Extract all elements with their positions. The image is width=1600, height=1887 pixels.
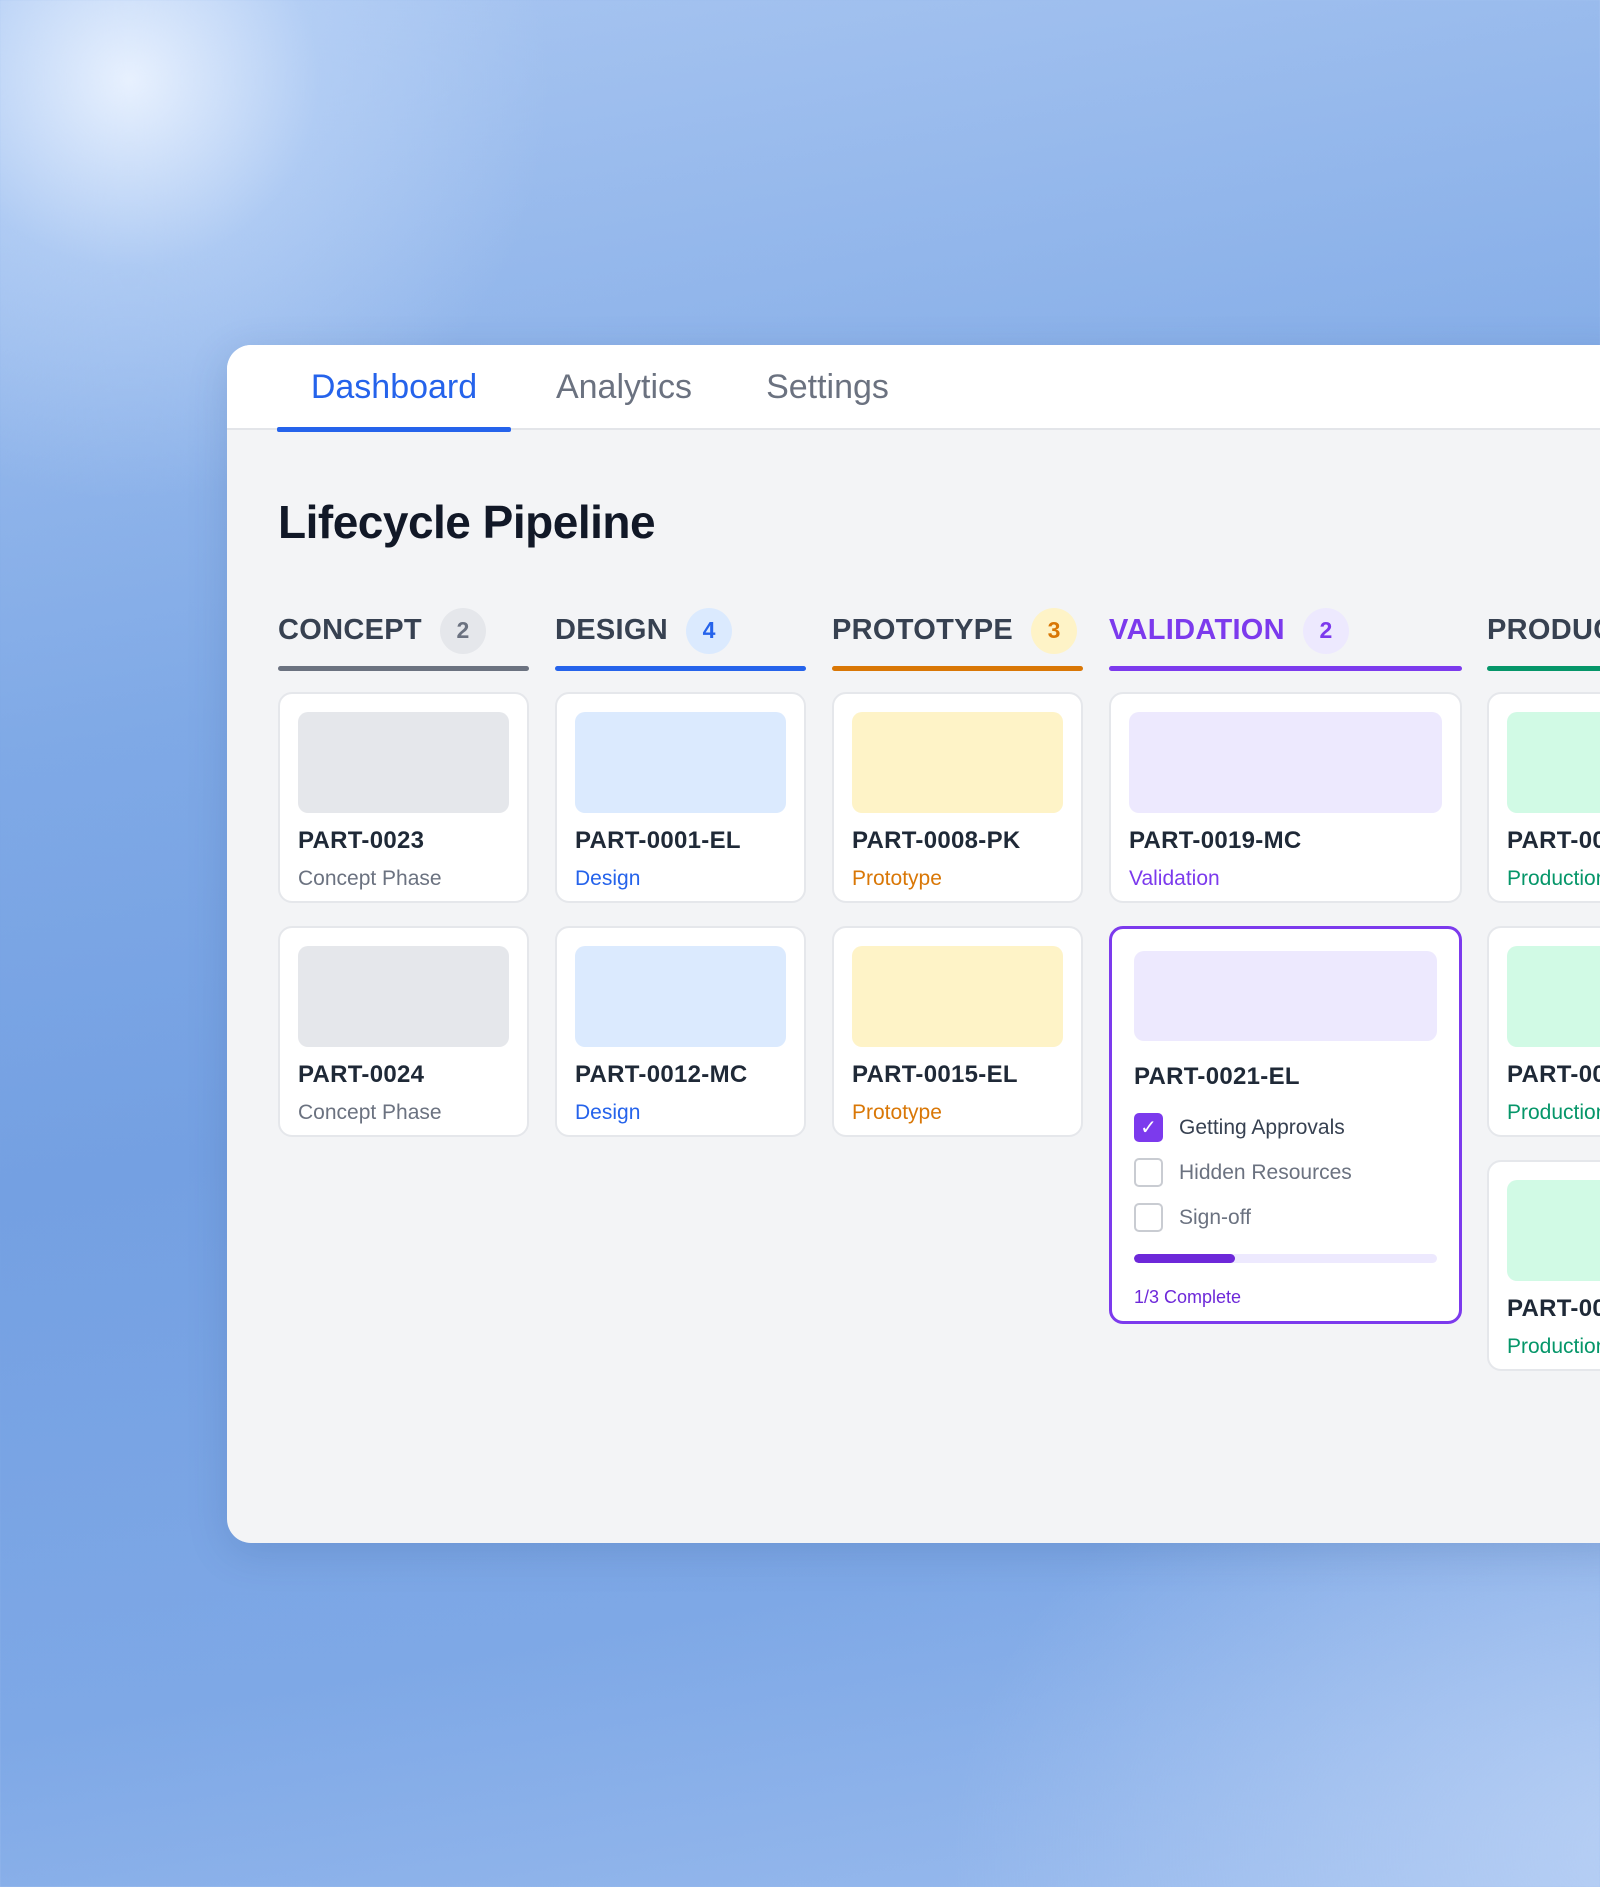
- part-id: PART-0023: [298, 827, 425, 854]
- card-thumbnail: [575, 712, 786, 813]
- count-badge: 3: [1031, 607, 1078, 654]
- part-phase: Concept Phase: [298, 1101, 442, 1124]
- part-card[interactable]: PART-0001-EL Design: [555, 692, 806, 903]
- card-thumbnail: [1134, 951, 1437, 1041]
- part-id: PART-0001-EL: [575, 827, 741, 854]
- part-phase: Prototype: [852, 867, 942, 890]
- checklist-label: Hidden Resources: [1179, 1160, 1352, 1184]
- checklist-item[interactable]: ✓ Getting Approvals: [1134, 1113, 1437, 1142]
- column-title: CONCEPT: [278, 614, 422, 646]
- checklist-item[interactable]: Sign-off: [1134, 1203, 1437, 1232]
- card-thumbnail: [1507, 946, 1600, 1047]
- tab-bar: Dashboard Analytics Settings: [227, 345, 1600, 432]
- column-prototype: PROTOTYPE 3 PART-0008-PK Prototype PART-…: [832, 600, 1083, 1137]
- card-thumbnail: [852, 946, 1063, 1047]
- part-card[interactable]: PART-0015-EL Prototype: [832, 926, 1083, 1137]
- part-phase: Production: [1507, 1101, 1600, 1124]
- card-thumbnail: [1507, 1180, 1600, 1281]
- column-header: VALIDATION 2: [1109, 600, 1462, 671]
- card-thumbnail: [298, 946, 509, 1047]
- column-underline: [1109, 666, 1462, 671]
- count-badge: 4: [686, 607, 732, 654]
- part-id: PART-00: [1507, 827, 1600, 854]
- part-id: PART-0024: [298, 1061, 425, 1088]
- column-underline: [1487, 666, 1600, 671]
- checklist-item[interactable]: Hidden Resources: [1134, 1158, 1437, 1187]
- card-thumbnail: [575, 946, 786, 1047]
- checklist-label: Sign-off: [1179, 1205, 1251, 1229]
- column-underline: [278, 666, 529, 671]
- part-card[interactable]: PART-0019-MC Validation: [1109, 692, 1462, 903]
- column-header: PROTOTYPE 3: [832, 600, 1083, 671]
- part-phase: Design: [575, 1101, 641, 1124]
- part-id: PART-00: [1507, 1061, 1600, 1088]
- column-validation: VALIDATION 2 PART-0019-MC Validation PAR…: [1109, 600, 1462, 1324]
- column-header: PRODUC: [1487, 600, 1600, 671]
- progress-label: 1/3 Complete: [1134, 1287, 1242, 1307]
- part-id: PART-0021-EL: [1134, 1063, 1300, 1090]
- checkbox-unchecked[interactable]: [1134, 1158, 1163, 1187]
- app-window: Dashboard Analytics Settings Lifecycle P…: [227, 345, 1600, 1543]
- checkbox-unchecked[interactable]: [1134, 1203, 1163, 1232]
- tab-dashboard[interactable]: Dashboard: [277, 345, 511, 432]
- column-header: DESIGN 4: [555, 600, 806, 671]
- part-phase: Production: [1507, 1335, 1600, 1358]
- card-thumbnail: [852, 712, 1063, 813]
- part-id: PART-0015-EL: [852, 1061, 1018, 1088]
- tab-settings[interactable]: Settings: [760, 345, 895, 430]
- progress-bar: [1134, 1254, 1437, 1263]
- column-concept: CONCEPT 2 PART-0023 Concept Phase PART-0…: [278, 600, 529, 1137]
- column-title: PRODUC: [1487, 614, 1600, 646]
- part-card[interactable]: PART-0012-MC Design: [555, 926, 806, 1137]
- column-header: CONCEPT 2: [278, 600, 529, 671]
- column-underline: [832, 666, 1083, 671]
- card-thumbnail: [1507, 712, 1600, 813]
- part-id: PART-00: [1507, 1295, 1600, 1322]
- part-phase: Prototype: [852, 1101, 942, 1124]
- part-card[interactable]: PART-00 Production: [1487, 926, 1600, 1137]
- card-thumbnail: [298, 712, 509, 813]
- part-phase: Concept Phase: [298, 867, 442, 890]
- checklist-label: Getting Approvals: [1179, 1115, 1345, 1139]
- progress-fill: [1134, 1254, 1235, 1263]
- approval-checklist: ✓ Getting Approvals Hidden Resources Sig…: [1134, 1113, 1437, 1232]
- column-design: DESIGN 4 PART-0001-EL Design PART-0012-M…: [555, 600, 806, 1137]
- count-badge: 2: [1302, 607, 1349, 654]
- part-card[interactable]: PART-00 Production: [1487, 692, 1600, 903]
- part-card[interactable]: PART-00 Production: [1487, 1160, 1600, 1371]
- column-title: VALIDATION: [1109, 614, 1285, 646]
- column-underline: [555, 666, 806, 671]
- part-card-expanded[interactable]: PART-0021-EL ✓ Getting Approvals Hidden …: [1109, 926, 1462, 1324]
- part-phase: Validation: [1129, 867, 1220, 890]
- tab-analytics[interactable]: Analytics: [549, 345, 699, 430]
- part-id: PART-0019-MC: [1129, 827, 1302, 854]
- part-phase: Production: [1507, 867, 1600, 890]
- part-phase: Design: [575, 867, 641, 890]
- part-card[interactable]: PART-0024 Concept Phase: [278, 926, 529, 1137]
- part-card[interactable]: PART-0008-PK Prototype: [832, 692, 1083, 903]
- part-card[interactable]: PART-0023 Concept Phase: [278, 692, 529, 903]
- column-production: PRODUC PART-00 Production PART-00 Produc…: [1487, 600, 1600, 1371]
- column-title: DESIGN: [555, 614, 668, 646]
- column-title: PROTOTYPE: [832, 614, 1014, 646]
- page-title: Lifecycle Pipeline: [278, 496, 656, 548]
- part-id: PART-0012-MC: [575, 1061, 748, 1088]
- count-badge: 2: [439, 607, 486, 654]
- card-thumbnail: [1129, 712, 1442, 813]
- checkbox-checked[interactable]: ✓: [1134, 1113, 1163, 1142]
- part-id: PART-0008-PK: [852, 827, 1021, 854]
